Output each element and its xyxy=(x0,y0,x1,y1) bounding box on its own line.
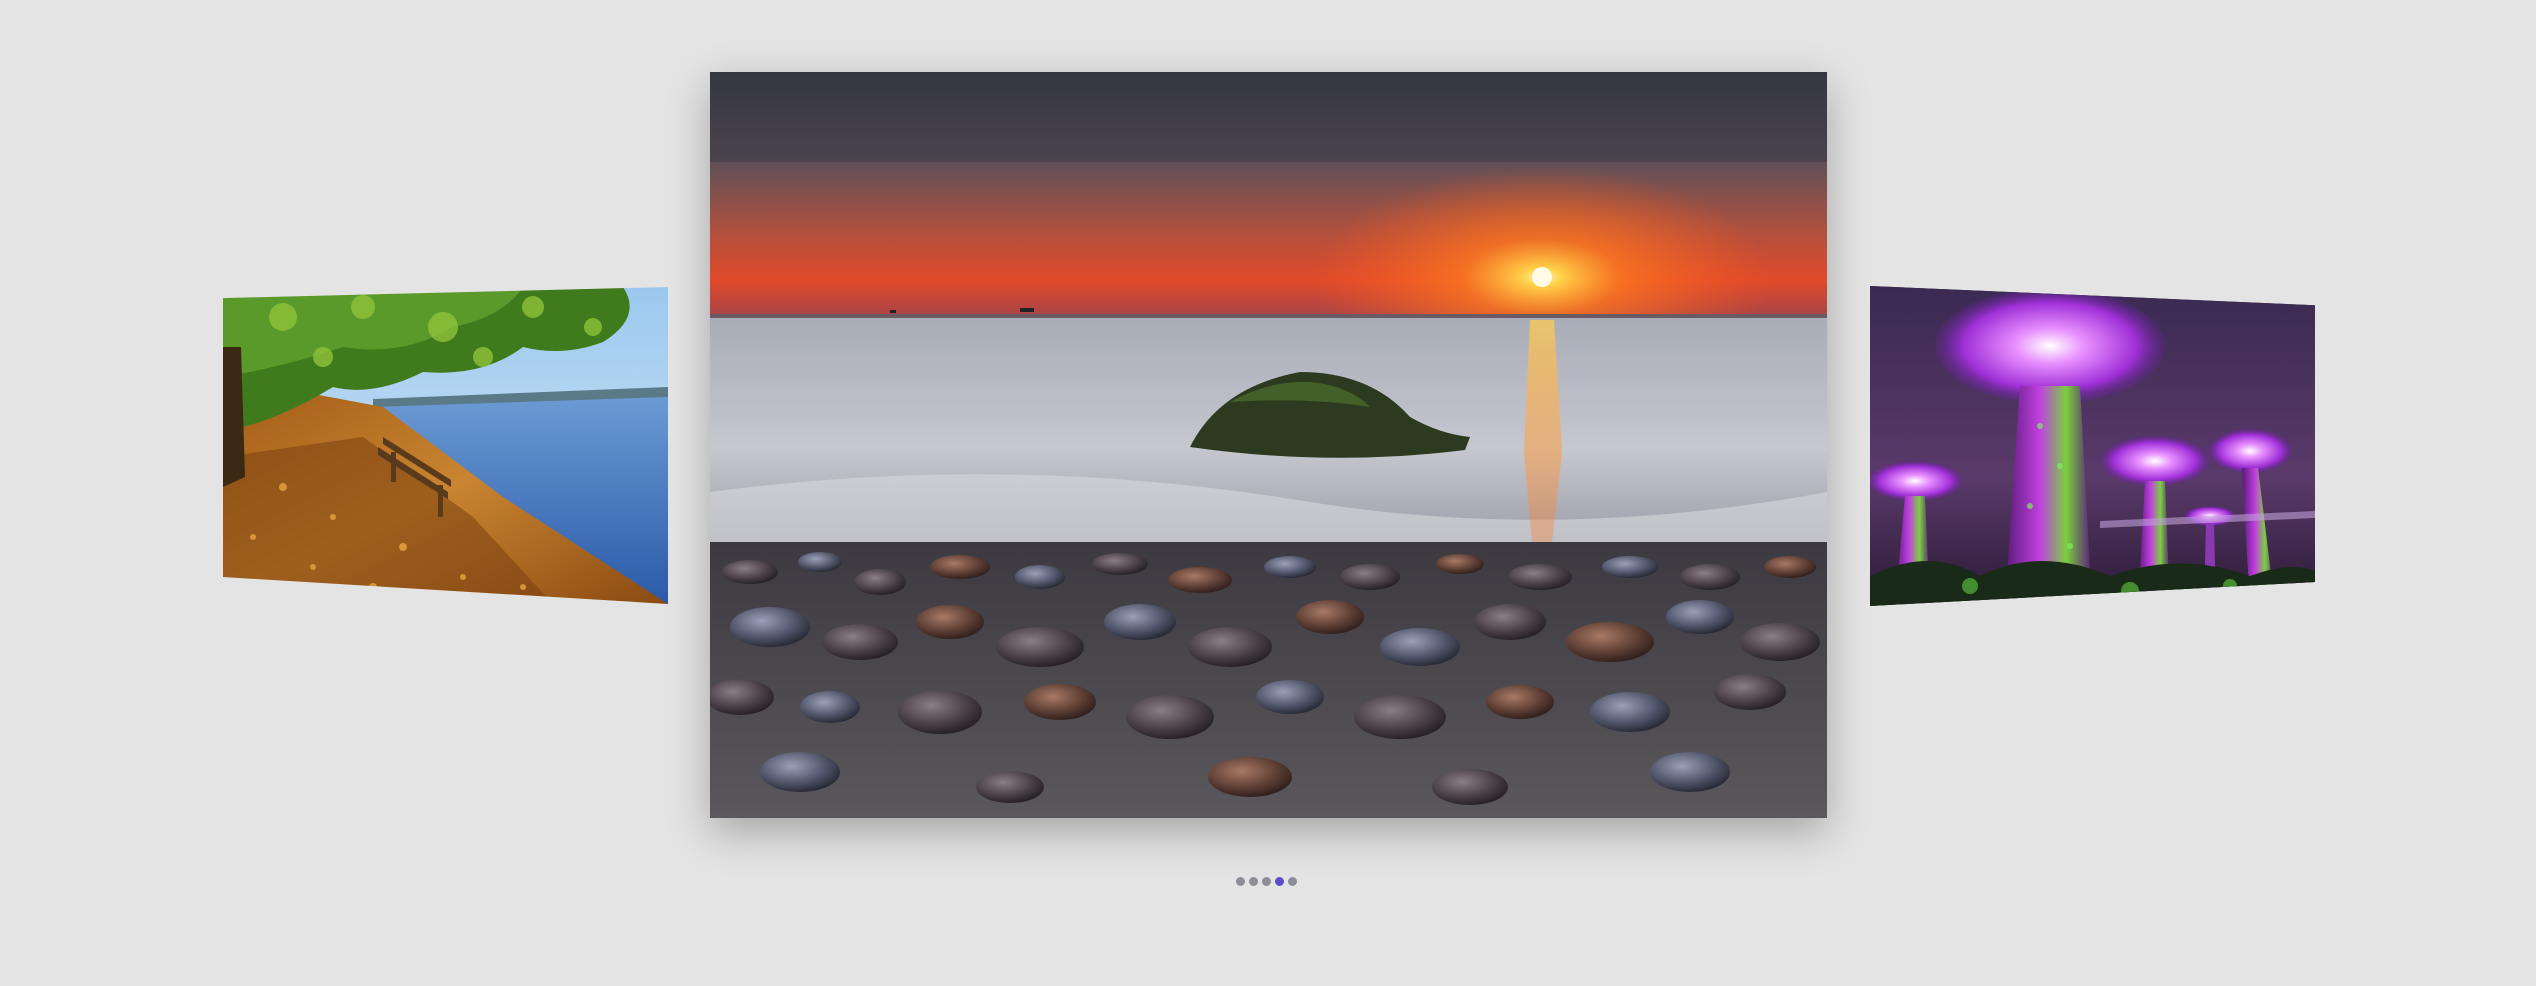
sunset-pebble-beach-image xyxy=(710,72,1827,818)
pagination-dot[interactable] xyxy=(1275,877,1284,886)
slide-current[interactable] xyxy=(710,72,1827,818)
carousel xyxy=(0,0,2536,986)
pagination-dot[interactable] xyxy=(1236,877,1245,886)
supertree-grove-night-image xyxy=(1870,286,2315,606)
slide-next[interactable] xyxy=(1870,286,2315,606)
carousel-pagination xyxy=(1236,877,1297,886)
pagination-dot[interactable] xyxy=(1249,877,1258,886)
lakeside-bench-image xyxy=(223,287,668,604)
pagination-dot[interactable] xyxy=(1262,877,1271,886)
slide-previous[interactable] xyxy=(223,287,668,604)
pagination-dot[interactable] xyxy=(1288,877,1297,886)
